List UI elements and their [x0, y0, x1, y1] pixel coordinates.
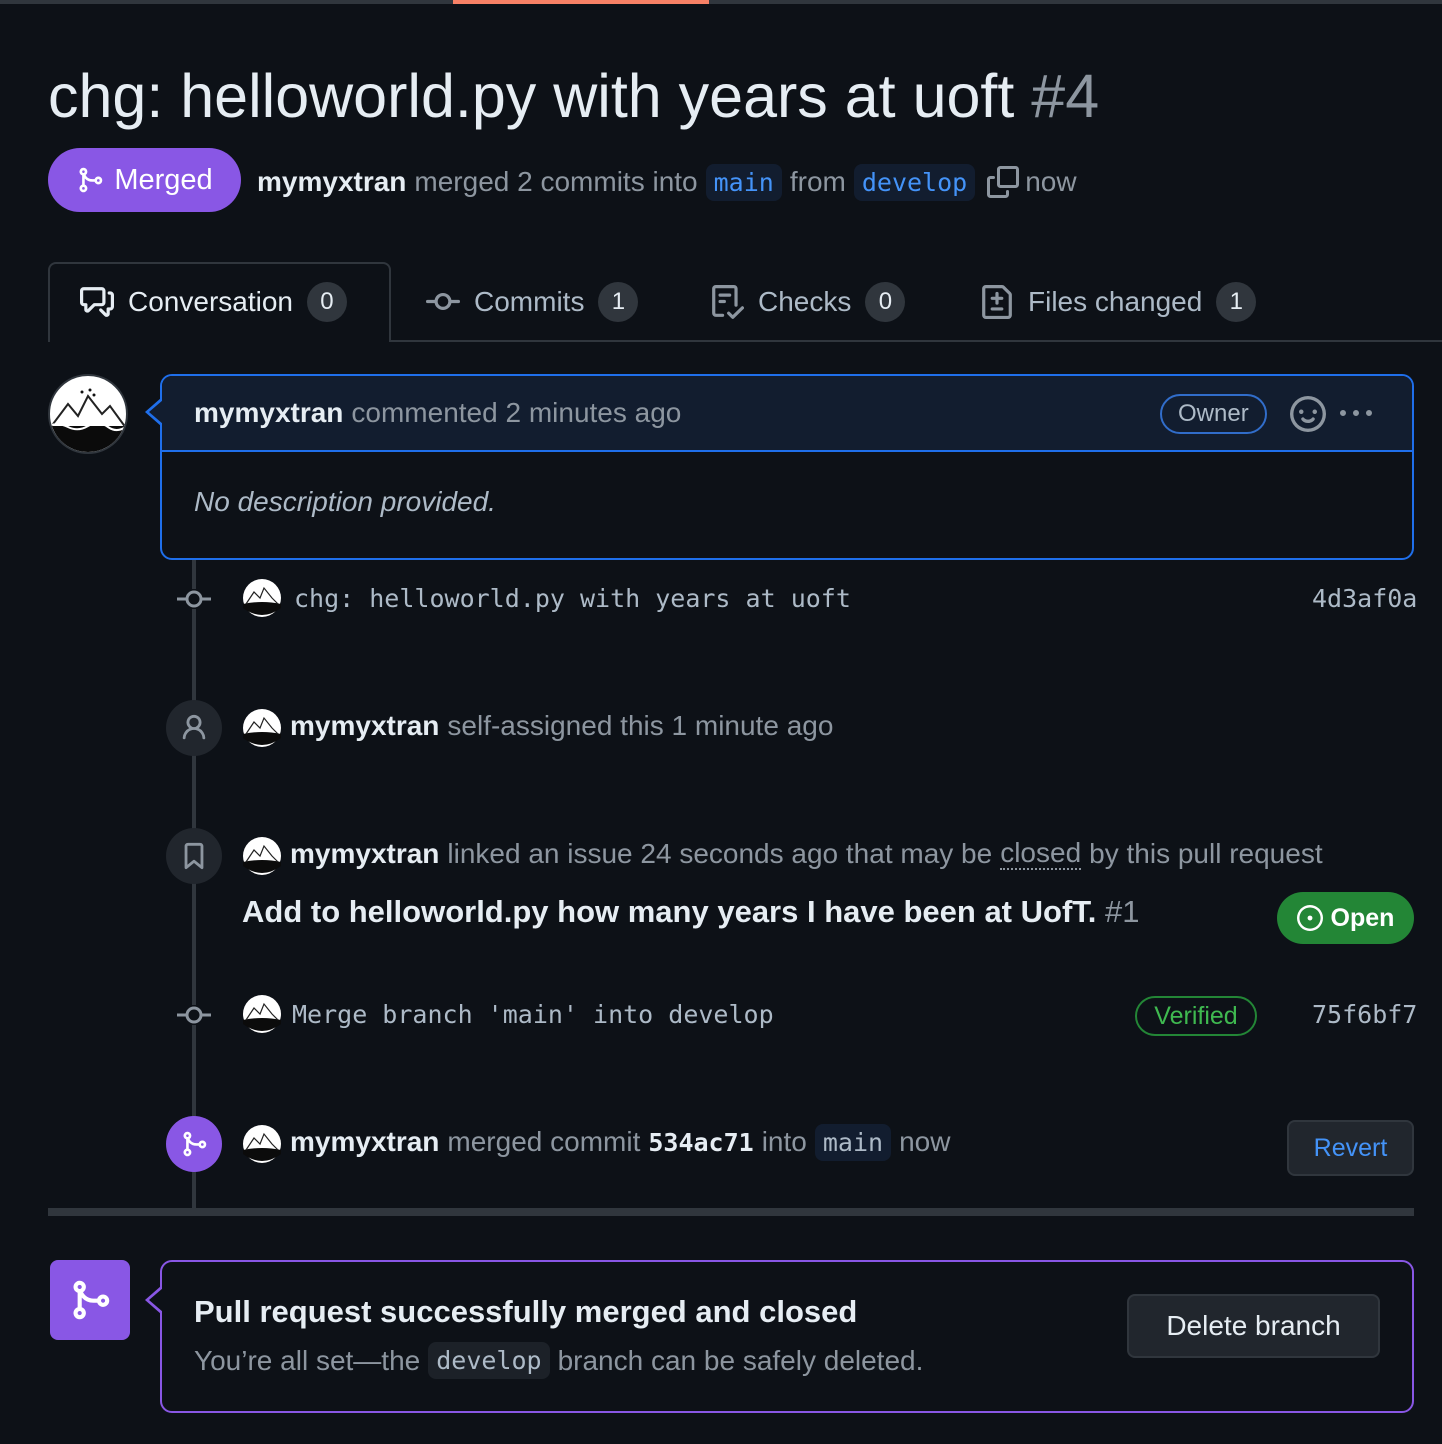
merge-commit-sha[interactable]: 534ac71	[648, 1128, 753, 1157]
link-text-before: linked an issue 24 seconds ago that may …	[447, 838, 993, 869]
comment-discussion-icon	[80, 287, 114, 317]
tab-commits[interactable]: Commits 1	[426, 262, 639, 342]
git-commit-icon	[177, 589, 211, 609]
merge-time: now	[1025, 166, 1077, 197]
issue-state: Open	[1330, 903, 1395, 932]
merge-event-text: merged commit	[447, 1126, 641, 1157]
page-title: chg: helloworld.py with years at uoft #4	[48, 58, 1099, 134]
timeline-line	[192, 560, 196, 1208]
pr-number: #4	[1031, 62, 1100, 130]
event-author[interactable]: mymyxtran	[290, 838, 439, 870]
merge-status-title: Pull request successfully merged and clo…	[194, 1294, 858, 1329]
merged-state-badge: Merged	[48, 148, 241, 212]
top-accent-bar	[453, 0, 709, 4]
bookmark-icon	[166, 828, 222, 884]
base-branch[interactable]: main	[705, 163, 782, 201]
issue-title[interactable]: Add to helloworld.py how many years I ha…	[242, 894, 1096, 929]
pr-summary: mymyxtran merged 2 commits into main fro…	[257, 160, 1077, 204]
git-merge-icon	[79, 167, 103, 193]
delete-branch-button[interactable]: Delete branch	[1127, 1294, 1380, 1358]
timeline-divider	[48, 1208, 1414, 1216]
closed-keyword[interactable]: closed	[1000, 838, 1082, 870]
tab-label: Commits	[474, 286, 585, 317]
deletable-branch[interactable]: develop	[428, 1342, 550, 1379]
tab-label: Checks	[758, 286, 852, 317]
link-event: mymyxtran linked an issue 24 seconds ago…	[290, 834, 1323, 874]
avatar[interactable]	[242, 994, 282, 1034]
tab-counter: 1	[1216, 282, 1257, 322]
event-author[interactable]: mymyxtran	[290, 710, 439, 742]
file-diff-icon	[982, 285, 1012, 319]
comment-body: No description provided.	[194, 486, 496, 517]
linked-issue[interactable]: Add to helloworld.py how many years I ha…	[242, 894, 1140, 930]
git-commit-icon	[426, 292, 460, 310]
git-merge-icon	[166, 1116, 222, 1172]
tab-checks[interactable]: Checks 0	[710, 262, 906, 342]
merge-event: mymyxtran merged commit 534ac71 into mai…	[290, 1122, 950, 1162]
comment-caret-fill	[149, 400, 163, 424]
merge-event-time: now	[899, 1126, 951, 1157]
head-branch[interactable]: develop	[853, 163, 976, 201]
avatar[interactable]	[242, 836, 282, 876]
pr-title: chg: helloworld.py with years at uoft	[48, 62, 1015, 130]
tab-counter: 0	[306, 282, 347, 322]
tab-counter: 1	[598, 282, 639, 322]
tab-label: Conversation	[128, 286, 293, 317]
git-commit-icon	[177, 1005, 211, 1025]
revert-button[interactable]: Revert	[1287, 1120, 1414, 1176]
tab-files-changed[interactable]: Files changed 1	[980, 262, 1257, 342]
issue-number[interactable]: #1	[1105, 894, 1139, 929]
merge-summary-text: merged 2 commits into	[414, 166, 698, 197]
from-text: from	[789, 166, 846, 197]
assign-text: self-assigned this 1 minute ago	[447, 710, 834, 741]
owner-badge: Owner	[1160, 394, 1267, 434]
smiley-icon[interactable]	[1290, 396, 1326, 432]
issue-opened-icon	[1296, 905, 1323, 931]
author-avatar[interactable]	[48, 374, 128, 454]
comment-box: mymyxtran commented 2 minutes ago Owner …	[160, 374, 1414, 560]
copy-icon[interactable]	[987, 166, 1020, 198]
link-text-after: by this pull request	[1089, 838, 1323, 869]
avatar[interactable]	[242, 578, 282, 618]
merge-sub-after: branch can be safely deleted.	[557, 1344, 924, 1376]
checklist-icon	[712, 285, 744, 319]
avatar[interactable]	[242, 1124, 282, 1164]
merged-label: Merged	[114, 163, 213, 196]
tab-conversation[interactable]: Conversation 0	[80, 262, 347, 342]
merge-sub-before: You’re all set—the	[194, 1344, 421, 1376]
author-link[interactable]: mymyxtran	[257, 166, 406, 198]
git-merge-icon	[50, 1260, 130, 1340]
verified-badge[interactable]: Verified	[1135, 996, 1257, 1036]
event-author[interactable]: mymyxtran	[290, 1126, 439, 1158]
person-icon	[166, 700, 222, 756]
kebab-horizontal-icon[interactable]	[1338, 398, 1374, 430]
merge-status-subtitle: You’re all set—the develop branch can be…	[194, 1342, 923, 1379]
commit-message[interactable]: Merge branch 'main' into develop	[292, 1000, 774, 1029]
commit-sha[interactable]: 4d3af0a	[1312, 584, 1417, 613]
comment-action[interactable]: commented 2 minutes ago	[351, 397, 681, 429]
assign-event: mymyxtran self-assigned this 1 minute ag…	[290, 706, 833, 746]
into-text: into	[761, 1126, 807, 1157]
tab-label: Files changed	[1028, 286, 1203, 317]
comment-header: mymyxtran commented 2 minutes ago Owner	[162, 376, 1412, 452]
top-border	[0, 0, 1442, 4]
comment-author[interactable]: mymyxtran	[194, 397, 343, 429]
tab-counter: 0	[865, 282, 906, 322]
commit-sha[interactable]: 75f6bf7	[1312, 1000, 1417, 1029]
merge-box-caret-fill	[149, 1288, 163, 1312]
commit-message[interactable]: chg: helloworld.py with years at uoft	[294, 584, 851, 613]
avatar[interactable]	[242, 708, 282, 748]
merge-base-branch[interactable]: main	[814, 1123, 892, 1161]
issue-open-badge: Open	[1277, 892, 1414, 944]
